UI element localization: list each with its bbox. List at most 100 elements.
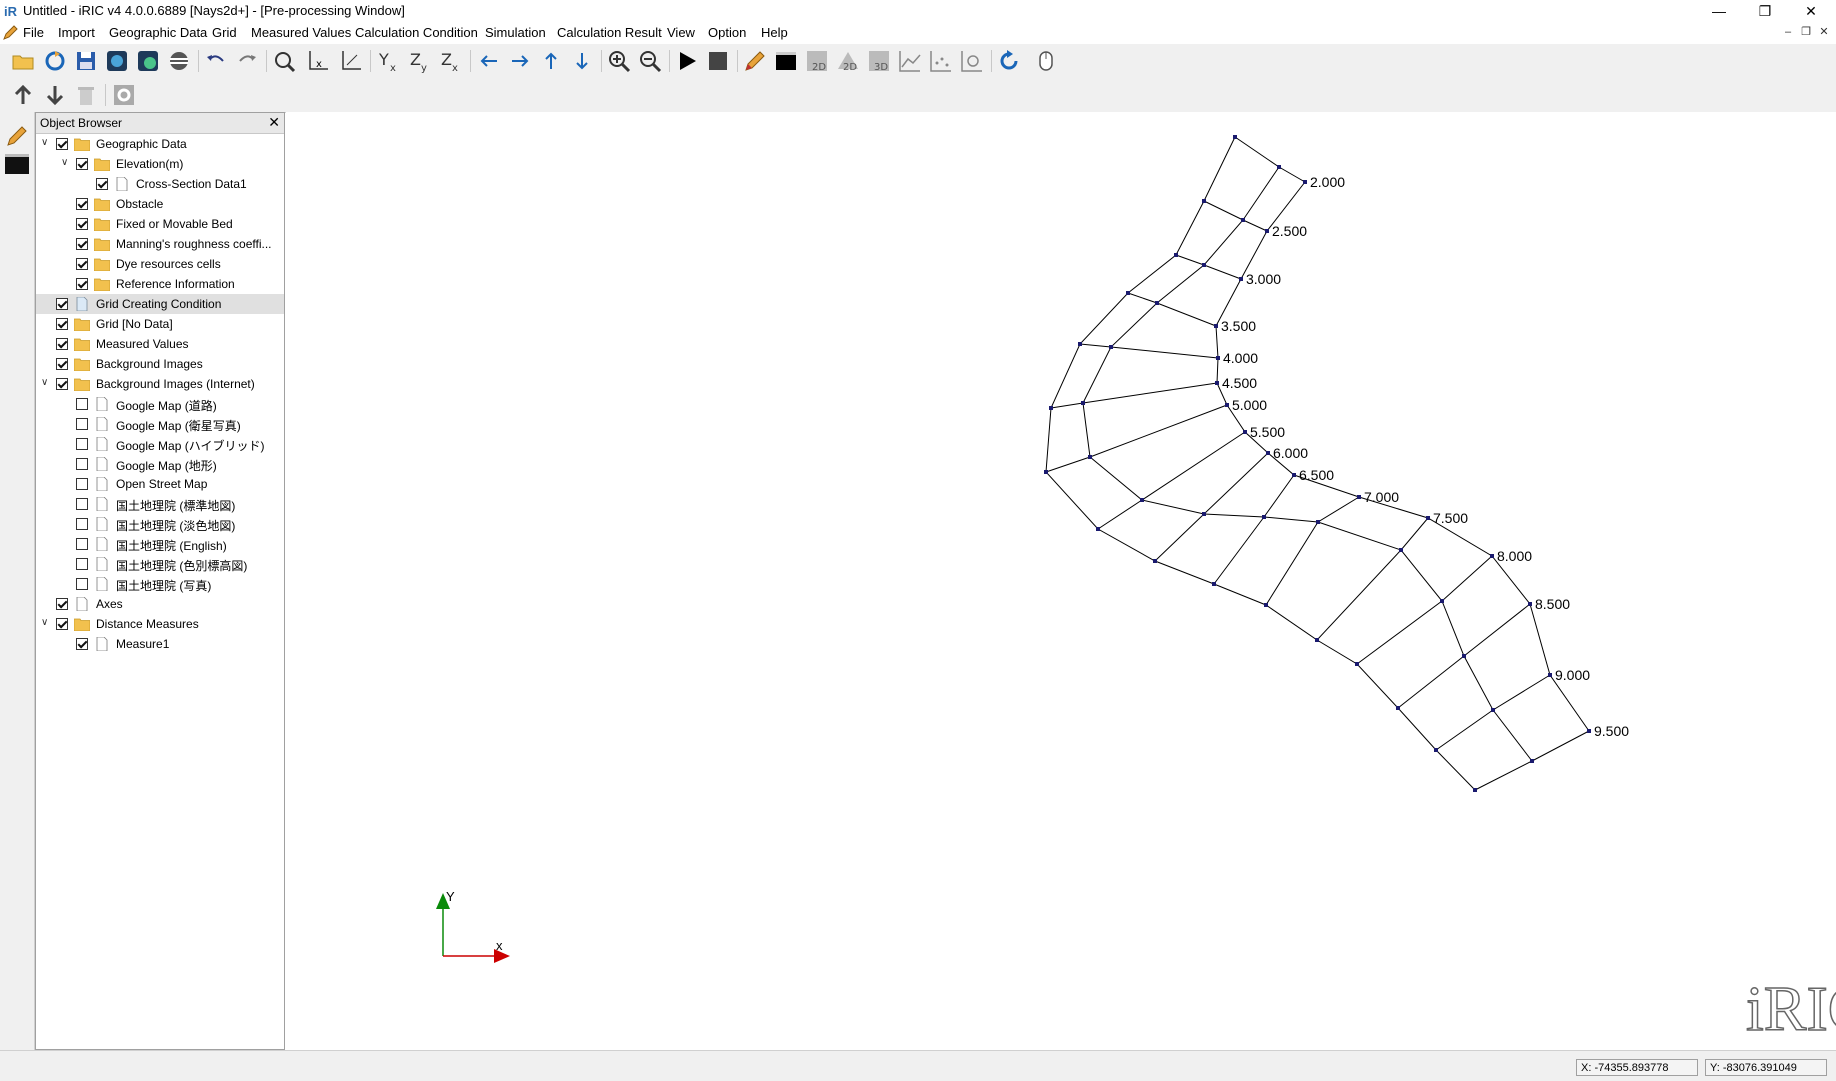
grid-node[interactable] (1316, 520, 1320, 524)
pre-processing-canvas[interactable]: 2.000 2.500 3.000 3.500 4.000 4.500 5.000 5.500… (286, 112, 1836, 1050)
axis-x-icon[interactable]: x (305, 48, 331, 74)
tree-item[interactable]: Measured Values (36, 334, 284, 354)
grid-node[interactable] (1140, 498, 1144, 502)
grid-node[interactable] (1225, 403, 1229, 407)
visibility-checkbox[interactable] (56, 618, 68, 630)
expand-chevron-icon[interactable]: ∨ (61, 158, 71, 168)
move-right-icon[interactable] (507, 48, 533, 74)
menu-grid[interactable]: Grid (212, 25, 237, 40)
tree-item[interactable]: Google Map (ハイブリッド) (36, 434, 284, 454)
window-3d-icon[interactable]: 3D (866, 48, 892, 74)
visibility-checkbox[interactable] (76, 418, 88, 430)
visibility-checkbox[interactable] (56, 138, 68, 150)
grid-node[interactable] (1212, 582, 1216, 586)
redo-icon[interactable] (234, 48, 260, 74)
refresh-icon[interactable] (996, 48, 1022, 74)
visibility-checkbox[interactable] (76, 278, 88, 290)
visibility-checkbox[interactable] (76, 198, 88, 210)
grid-view[interactable]: 2.000 2.500 3.000 3.500 4.000 4.500 5.000 5.500… (286, 112, 1836, 1050)
grid-node[interactable] (1473, 788, 1477, 792)
tree-item[interactable]: 国土地理院 (色別標高図) (36, 554, 284, 574)
grid-node[interactable] (1355, 662, 1359, 666)
grid-node[interactable] (1491, 708, 1495, 712)
grid-node[interactable] (1153, 559, 1157, 563)
zoom-fit-icon[interactable] (271, 48, 297, 74)
visibility-checkbox[interactable] (76, 558, 88, 570)
menu-geographic-data[interactable]: Geographic Data (109, 25, 207, 40)
grid-node[interactable] (1426, 516, 1430, 520)
menu-calculation-condition[interactable]: Calculation Condition (355, 25, 478, 40)
tree-item[interactable]: ∨ Background Images (Internet) (36, 374, 284, 394)
preprocess-pencil-icon[interactable] (5, 124, 29, 148)
grid-node[interactable] (1434, 748, 1438, 752)
visibility-checkbox[interactable] (56, 358, 68, 370)
mouse-icon[interactable] (1033, 48, 1059, 74)
visibility-checkbox[interactable] (76, 158, 88, 170)
tree-item[interactable]: Google Map (道路) (36, 394, 284, 414)
move-item-up-icon[interactable] (10, 82, 36, 108)
tree-item[interactable]: 国土地理院 (写真) (36, 574, 284, 594)
mdi-close-button[interactable]: ✕ (1816, 24, 1832, 40)
mdi-minimize-button[interactable]: – (1780, 24, 1796, 40)
trash-icon[interactable] (73, 82, 99, 108)
grid-node[interactable] (1216, 356, 1220, 360)
menu-import[interactable]: Import (58, 25, 95, 40)
visibility-checkbox[interactable] (56, 338, 68, 350)
tree-item[interactable]: Google Map (衛星写真) (36, 414, 284, 434)
restore-button[interactable]: ❐ (1742, 0, 1788, 22)
console-window-icon[interactable] (5, 154, 29, 174)
visibility-checkbox[interactable] (56, 298, 68, 310)
tree-item[interactable]: Google Map (地形) (36, 454, 284, 474)
grid-node[interactable] (1396, 706, 1400, 710)
grid-node[interactable] (1587, 729, 1591, 733)
visibility-checkbox[interactable] (76, 398, 88, 410)
object-browser-close-button[interactable]: ✕ (268, 114, 280, 131)
menu-file[interactable]: File (23, 25, 44, 40)
grid-node[interactable] (1215, 381, 1219, 385)
open-folder-icon[interactable] (10, 48, 36, 74)
grid-node[interactable] (1399, 548, 1403, 552)
visibility-checkbox[interactable] (76, 538, 88, 550)
tree-item[interactable]: Fixed or Movable Bed (36, 214, 284, 234)
grid-node[interactable] (1155, 301, 1159, 305)
grid-node[interactable] (1241, 218, 1245, 222)
stop-icon[interactable] (705, 48, 731, 74)
tree-item[interactable]: Reference Information (36, 274, 284, 294)
move-left-icon[interactable] (476, 48, 502, 74)
grid-node[interactable] (1239, 277, 1243, 281)
zoom-in-icon[interactable] (606, 48, 632, 74)
grid-node[interactable] (1202, 512, 1206, 516)
graph-icon[interactable] (897, 48, 923, 74)
grid-node[interactable] (1202, 199, 1206, 203)
tree-item[interactable]: Manning's roughness coeffi... (36, 234, 284, 254)
grid-node[interactable] (1049, 406, 1053, 410)
grid-node[interactable] (1462, 654, 1466, 658)
expand-chevron-icon[interactable]: ∨ (41, 138, 51, 148)
grid-node[interactable] (1088, 455, 1092, 459)
tree-item[interactable]: Grid Creating Condition (36, 294, 284, 314)
visibility-checkbox[interactable] (76, 438, 88, 450)
grid-node[interactable] (1096, 527, 1100, 531)
visibility-checkbox[interactable] (96, 178, 108, 190)
view-yx-icon[interactable]: Yx (376, 48, 402, 74)
tree-item[interactable]: Open Street Map (36, 474, 284, 494)
visibility-checkbox[interactable] (56, 378, 68, 390)
grid-node[interactable] (1266, 451, 1270, 455)
visibility-checkbox[interactable] (56, 318, 68, 330)
grid-node[interactable] (1440, 599, 1444, 603)
tree-item[interactable]: 国土地理院 (標準地図) (36, 494, 284, 514)
undo-icon[interactable] (203, 48, 229, 74)
tree-item[interactable]: ∨ Distance Measures (36, 614, 284, 634)
scatter-graph-icon[interactable] (928, 48, 954, 74)
graph-zoom-icon[interactable] (959, 48, 985, 74)
visibility-checkbox[interactable] (56, 598, 68, 610)
menu-help[interactable]: Help (761, 25, 788, 40)
grid-node[interactable] (1262, 515, 1266, 519)
view-zx-icon[interactable]: Zx (438, 48, 464, 74)
move-item-down-icon[interactable] (42, 82, 68, 108)
grid-node[interactable] (1126, 291, 1130, 295)
visibility-checkbox[interactable] (76, 258, 88, 270)
tree-item[interactable]: Background Images (36, 354, 284, 374)
properties-gear-icon[interactable] (111, 82, 137, 108)
grid-node[interactable] (1292, 473, 1296, 477)
